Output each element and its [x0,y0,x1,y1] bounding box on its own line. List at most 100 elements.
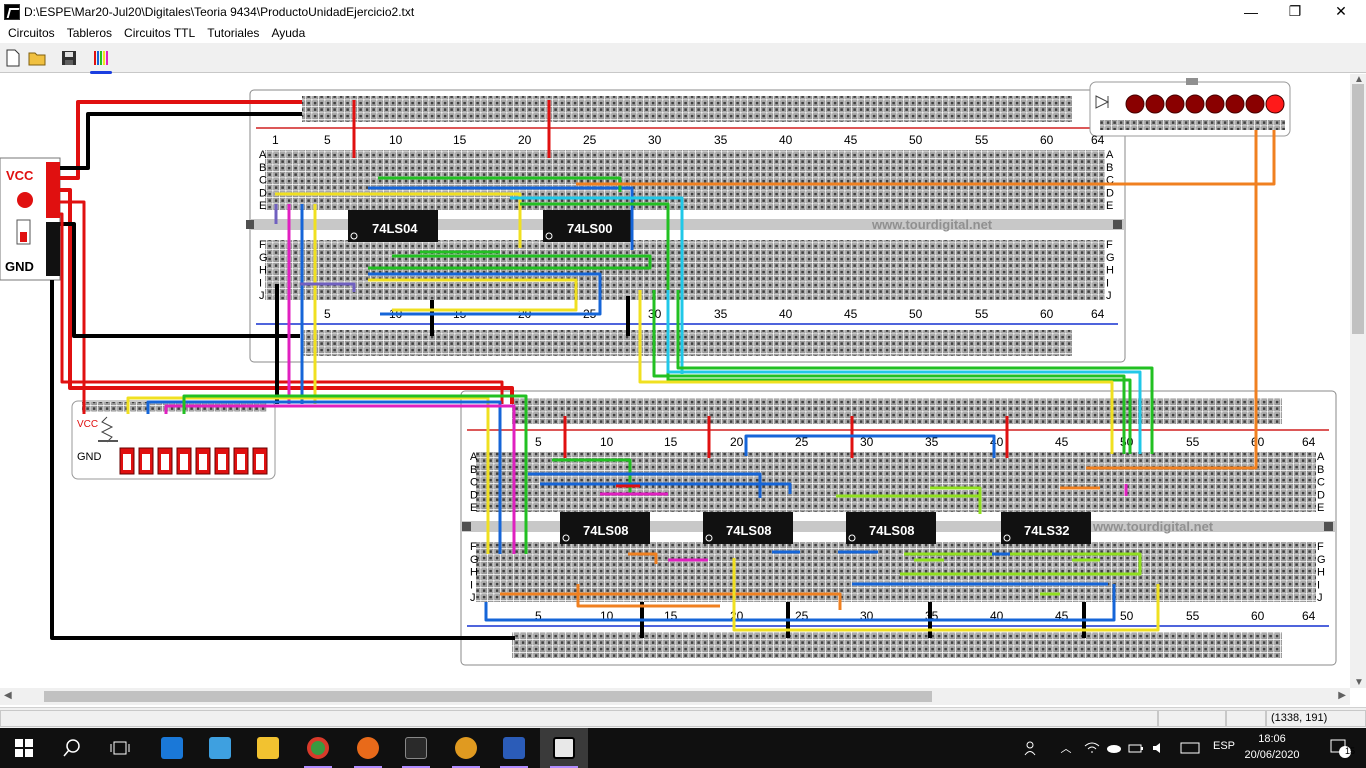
maximize-button[interactable]: ❐ [1272,0,1318,23]
row-letter: B [1317,464,1324,476]
row-letter: E [1106,200,1113,212]
save-icon[interactable] [58,47,80,69]
word-icon[interactable] [490,728,538,768]
close-button[interactable]: ✕ [1318,0,1364,23]
firefox-icon[interactable] [344,728,392,768]
chip-74ls08-a: 74LS08 [583,523,629,538]
menu-ayuda[interactable]: Ayuda [265,26,311,40]
row-letter: J [1106,290,1112,302]
column-number: 64 [1091,307,1105,321]
column-number: 45 [1055,435,1069,449]
people-icon[interactable] [1020,728,1044,768]
switch-lever [218,454,226,470]
app-icon-x[interactable] [392,728,440,768]
minimize-button[interactable]: — [1228,0,1274,23]
row-letter: H [1106,265,1114,277]
menu-tableros[interactable]: Tableros [61,26,118,40]
language-indicator[interactable]: ESP [1213,740,1235,752]
chip-74ls00: 74LS00 [567,221,613,236]
column-number: 40 [779,133,793,147]
status-cell-3 [1226,710,1266,727]
scroll-down-icon[interactable]: ▼ [1354,677,1364,688]
row-letter: G [470,554,479,566]
row-letter: B [259,162,266,174]
wires-icon[interactable] [90,47,112,74]
column-number: 25 [583,133,597,147]
chip-74ls08-b: 74LS08 [726,523,772,538]
switch-box[interactable]: VCC GND [71,400,276,480]
row-letter: D [1317,489,1325,501]
file-explorer-icon[interactable] [244,728,292,768]
start-icon[interactable] [0,728,48,768]
circuit-canvas[interactable]: 74LS04 74LS00 www.tourdigital.net 74LS08… [0,74,1350,688]
simulator-icon[interactable] [540,728,588,768]
column-number: 10 [600,435,614,449]
row-letter: J [1317,592,1323,604]
scroll-right-icon[interactable]: ▶ [1338,690,1346,701]
watermark-bottom: www.tourdigital.net [1092,519,1214,534]
circuit-drawing[interactable]: 74LS04 74LS00 www.tourdigital.net 74LS08… [0,74,1350,688]
row-letter: G [1317,554,1326,566]
clock-date: 20/06/2020 [1244,749,1300,761]
column-number: 64 [1091,133,1105,147]
menu-tutoriales[interactable]: Tutoriales [201,26,265,40]
row-letter: D [259,187,267,199]
column-number: 20 [518,133,532,147]
task-view-icon[interactable] [96,728,144,768]
vertical-scrollbar[interactable]: ▲ ▼ [1350,74,1366,688]
notification-icon[interactable]: 15 [1320,728,1360,768]
title-bar: D:\ESPE\Mar20-Jul20\Digitales\Teoria 943… [0,0,1366,23]
column-number: 50 [909,133,923,147]
menu-circuitos[interactable]: Circuitos [2,26,61,40]
horizontal-scrollbar[interactable]: ◀ ▶ [0,688,1350,705]
battery-icon[interactable] [1126,728,1146,768]
column-number: 64 [1302,435,1316,449]
chrome-profile-icon[interactable] [442,728,490,768]
app-icon [4,3,20,20]
gnd-label: GND [5,259,34,274]
column-number: 64 [1302,609,1316,623]
row-letter: A [1106,149,1114,161]
switch-lever [237,454,245,470]
row-letter: G [1106,252,1115,264]
watermark-top: www.tourdigital.net [871,217,993,232]
power-switch[interactable] [20,232,27,242]
vertical-scroll-thumb[interactable] [1352,84,1364,334]
column-number: 50 [1120,609,1134,623]
led-indicator [1225,94,1245,114]
power-supply[interactable]: VCC GND [0,157,61,281]
mail-icon[interactable] [148,728,196,768]
horizontal-scroll-thumb[interactable] [44,691,932,702]
scroll-left-icon[interactable]: ◀ [4,690,12,701]
column-number: 60 [1251,609,1265,623]
column-number: 1 [272,133,279,147]
column-number: 60 [1040,307,1054,321]
wifi-icon[interactable] [1082,728,1102,768]
column-number: 15 [453,133,467,147]
switch-ground-bar [98,440,118,442]
clock[interactable]: 18:06 20/06/2020 [1242,731,1302,763]
search-icon[interactable] [48,728,96,768]
tray-chevron-icon[interactable]: ︿ [1056,728,1076,768]
toolbar [0,43,1366,74]
row-letter: G [259,252,268,264]
computer-icon[interactable] [196,728,244,768]
menu-circuitos-ttl[interactable]: Circuitos TTL [118,26,201,40]
keyboard-icon[interactable] [1176,728,1204,768]
new-file-icon[interactable] [2,47,24,69]
row-letter: H [259,265,267,277]
row-letter: A [470,451,478,463]
column-number: 5 [324,307,331,321]
open-folder-icon[interactable] [26,47,48,69]
cloud-icon[interactable] [1104,728,1124,768]
row-letter: D [470,489,478,501]
switchbox-gnd-label: GND [77,451,102,463]
chrome-icon[interactable] [294,728,342,768]
row-letter: A [259,149,267,161]
status-bar: (1338, 191) [0,707,1366,728]
switch-lever [180,454,188,470]
column-number: 55 [975,133,989,147]
switch-lever [256,454,264,470]
column-number: 45 [844,307,858,321]
volume-icon[interactable] [1150,728,1170,768]
